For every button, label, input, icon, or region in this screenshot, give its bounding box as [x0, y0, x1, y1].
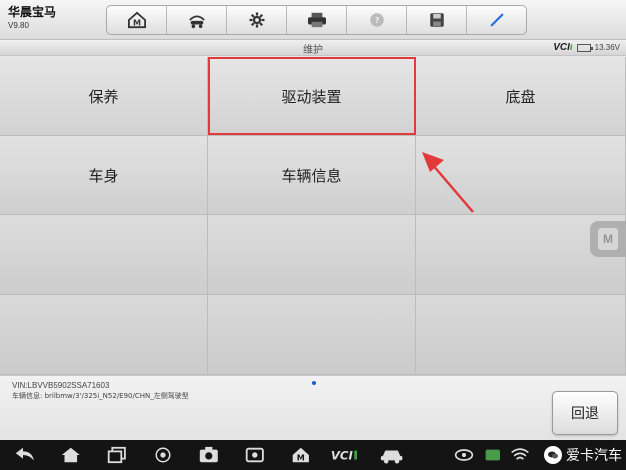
home-icon: M — [127, 11, 146, 29]
svg-text:VCI: VCI — [331, 448, 354, 462]
function-menu-grid: 保养 驱动装置 底盘 车身 车辆信息 — [0, 57, 626, 375]
screenshot-app-button[interactable] — [242, 445, 268, 465]
home-button[interactable]: M — [107, 6, 167, 34]
menu-item-label: 驱动装置 — [281, 87, 342, 106]
menu-item-body[interactable]: 车身 — [0, 136, 208, 215]
nav-home-button[interactable] — [58, 445, 84, 465]
menu-empty-cell — [208, 215, 416, 295]
source-watermark: 爱卡汽车 — [544, 445, 622, 465]
vci-link-icon: ı — [569, 42, 573, 53]
app-version: V9.80 — [8, 21, 29, 30]
house-icon — [62, 447, 80, 463]
back-arrow-icon — [16, 447, 34, 461]
eye-icon — [454, 449, 474, 461]
vehicle-app-button[interactable] — [378, 445, 406, 465]
vehicle-info-bar: VIN:LBVVB5902SSA71603 车辆信息: brilbmw/3'/3… — [0, 375, 626, 440]
section-header: 维护 VCIı 13.36V — [0, 40, 626, 56]
printer-icon — [307, 12, 326, 28]
menu-empty-cell — [0, 215, 208, 295]
menu-item-label: 车辆信息 — [281, 166, 342, 185]
help-icon: ? — [369, 13, 384, 27]
menu-empty-cell — [208, 295, 416, 375]
screenshot-icon — [246, 447, 264, 463]
autel-home-button[interactable]: M — [288, 445, 314, 465]
chrome-app-button[interactable] — [150, 445, 176, 465]
menu-item-chassis[interactable]: 底盘 — [416, 57, 626, 136]
connection-status: VCIı 13.36V — [553, 42, 620, 53]
nav-back-button[interactable] — [12, 445, 38, 465]
menu-item-maintenance[interactable]: 保养 — [0, 57, 208, 136]
back-button[interactable]: 回退 — [552, 391, 618, 435]
browser-icon — [155, 447, 171, 463]
vci-label: VCI — [553, 42, 570, 53]
vehicle-info-text: 车辆信息: brilbmw/3'/325i_N52/E90/CHN_左侧驾驶型 — [12, 392, 189, 400]
menu-item-drivetrain[interactable]: 驱动装置 — [208, 57, 416, 136]
usb-device-icon — [485, 449, 501, 461]
wechat-icon — [544, 446, 562, 464]
floating-home-tab[interactable]: M — [590, 221, 626, 257]
vin-text: VIN:LBVVB5902SSA71603 — [12, 381, 110, 390]
device-status — [482, 445, 504, 465]
wifi-icon — [511, 448, 529, 460]
nav-recents-button[interactable] — [104, 445, 130, 465]
menu-item-label: 保养 — [88, 87, 119, 106]
annotation-arrow — [422, 152, 474, 213]
battery-icon — [576, 43, 593, 52]
svg-text:M: M — [132, 17, 140, 27]
save-button[interactable] — [407, 6, 467, 34]
recent-apps-icon — [108, 446, 126, 464]
section-title: 维护 — [303, 45, 323, 56]
car-icon — [381, 450, 403, 464]
voltage-reading: 13.36V — [594, 43, 620, 52]
svg-text:M: M — [297, 452, 305, 462]
menu-item-label: 车身 — [88, 166, 119, 185]
app-header: 华晨宝马 V9.80 M ? — [0, 0, 626, 40]
settings-button[interactable] — [227, 6, 287, 34]
menu-item-label: 底盘 — [505, 87, 536, 106]
vci-app-button[interactable]: VCI — [328, 445, 362, 465]
car-lift-icon — [188, 15, 205, 29]
edit-button[interactable] — [467, 6, 526, 34]
page-indicator-dot — [312, 381, 316, 385]
wifi-status — [510, 445, 530, 465]
watermark-text: 爱卡汽车 — [566, 448, 622, 464]
system-navigation-bar: M VCI 爱卡汽车 — [0, 440, 626, 470]
svg-text:?: ? — [374, 15, 379, 25]
save-icon — [429, 13, 444, 27]
m-home-icon: M — [292, 447, 310, 462]
menu-empty-cell — [0, 295, 208, 375]
camera-icon — [200, 446, 218, 463]
main-toolbar: M ? — [106, 5, 527, 35]
home-badge-icon: M — [598, 228, 618, 250]
back-button-label: 回退 — [571, 406, 599, 422]
vci-logo-icon: VCI — [331, 448, 357, 462]
app-title: 华晨宝马 — [8, 5, 57, 19]
vci-status: VCIı — [553, 42, 572, 53]
camera-app-button[interactable] — [196, 445, 222, 465]
vehicle-swap-button[interactable] — [167, 6, 227, 34]
brand: 华晨宝马 V9.80 — [8, 4, 56, 32]
menu-empty-cell — [416, 295, 626, 375]
help-button[interactable]: ? — [347, 6, 407, 34]
gear-icon — [249, 12, 264, 28]
pen-icon — [490, 13, 503, 27]
visibility-status — [454, 445, 474, 465]
print-button[interactable] — [287, 6, 347, 34]
menu-item-vehicle-info[interactable]: 车辆信息 — [208, 136, 416, 215]
